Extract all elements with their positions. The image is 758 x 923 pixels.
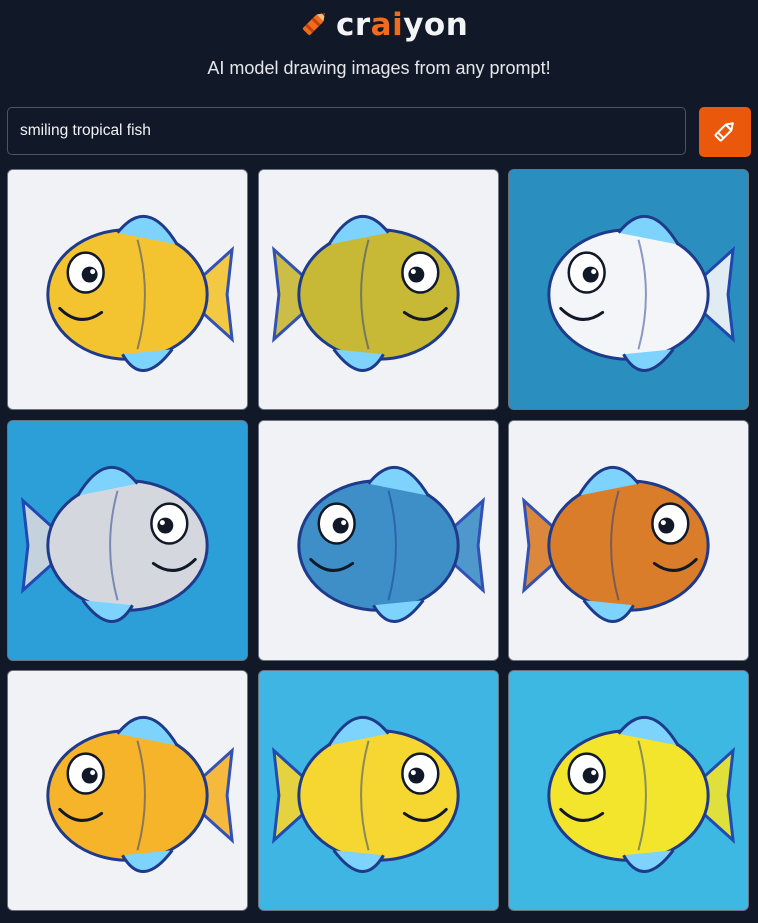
generated-image-9[interactable] — [508, 670, 749, 911]
fish-illustration — [8, 421, 247, 660]
brand-name: craiyon — [336, 7, 469, 43]
prompt-bar — [7, 107, 751, 157]
fish-illustration — [509, 421, 748, 660]
fish-illustration — [509, 170, 748, 409]
generated-image-3[interactable] — [508, 169, 749, 410]
pencil-icon — [711, 117, 739, 148]
header: craiyon AI model drawing images from any… — [0, 0, 758, 100]
image-grid — [7, 169, 751, 913]
draw-button[interactable] — [699, 107, 751, 157]
fish-illustration — [509, 671, 748, 910]
generated-image-2[interactable] — [258, 169, 499, 410]
generated-image-5[interactable] — [258, 420, 499, 661]
generated-image-1[interactable] — [7, 169, 248, 410]
generated-image-7[interactable] — [7, 670, 248, 911]
logo[interactable]: craiyon — [298, 6, 468, 44]
prompt-input[interactable] — [7, 107, 686, 155]
fish-illustration — [259, 671, 498, 910]
tagline: AI model drawing images from any prompt! — [207, 58, 551, 78]
crayon-pencil-icon — [298, 6, 332, 45]
fish-illustration — [8, 170, 247, 409]
generated-image-8[interactable] — [258, 670, 499, 911]
fish-illustration — [259, 170, 498, 409]
generated-image-6[interactable] — [508, 420, 749, 661]
fish-illustration — [259, 421, 498, 660]
fish-illustration — [8, 671, 247, 910]
generated-image-4[interactable] — [7, 420, 248, 661]
